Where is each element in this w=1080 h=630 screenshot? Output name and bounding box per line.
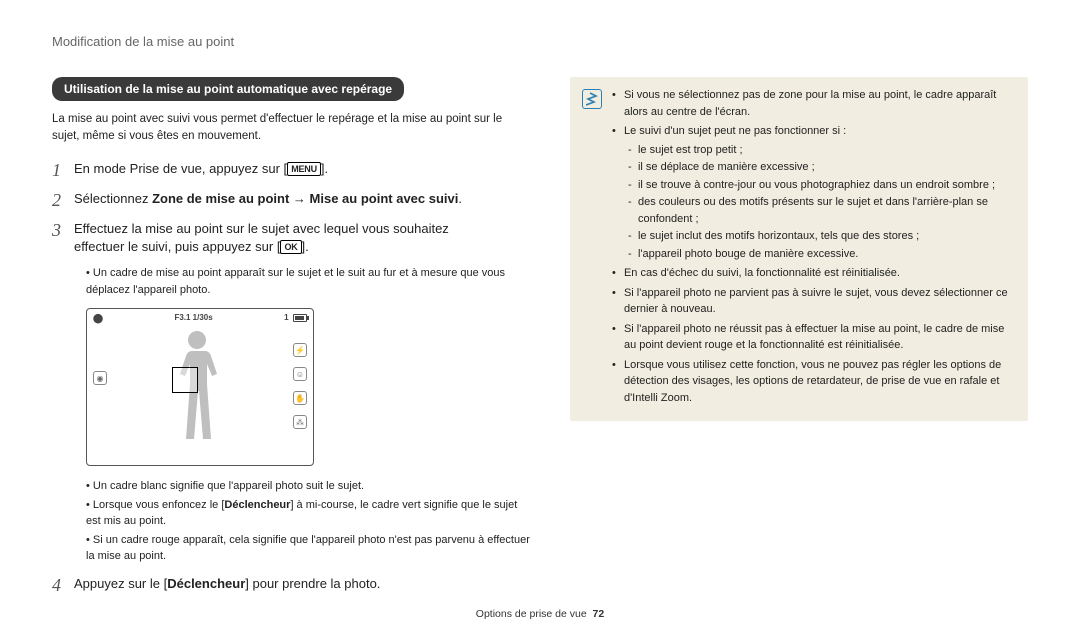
step-number: 2 xyxy=(52,190,74,212)
step3-sub-bullets-bottom: Un cadre blanc signifie que l'appareil p… xyxy=(86,478,530,565)
breadcrumb-title: Modification de la mise au point xyxy=(52,34,1028,49)
section-intro: La mise au point avec suivi vous permet … xyxy=(52,111,530,144)
note-subitem: il se déplace de manière excessive ; xyxy=(628,159,1016,176)
note-subitem: l'appareil photo bouge de manière excess… xyxy=(628,246,1016,263)
step-text: Sélectionnez Zone de mise au point → Mis… xyxy=(74,190,462,212)
page-number: 72 xyxy=(593,608,605,620)
left-column: Utilisation de la mise au point automati… xyxy=(52,77,530,604)
page-footer: Options de prise de vue 72 xyxy=(0,608,1080,620)
note-subitem: le sujet est trop petit ; xyxy=(628,142,1016,159)
two-column-layout: Utilisation de la mise au point automati… xyxy=(52,77,1028,604)
note-item: Si vous ne sélectionnez pas de zone pour… xyxy=(612,87,1016,120)
step-list: 1 En mode Prise de vue, appuyez sur [MEN… xyxy=(52,160,530,257)
shot-count-and-battery: 1 xyxy=(284,313,307,324)
note-item: Le suivi d'un sujet peut ne pas fonction… xyxy=(612,123,1016,262)
note-item: Si l'appareil photo ne parvient pas à su… xyxy=(612,285,1016,318)
footer-chapter: Options de prise de vue xyxy=(476,608,587,620)
note-item: Si l'appareil photo ne réussit pas à eff… xyxy=(612,321,1016,354)
bold-text: Déclencheur xyxy=(224,499,290,511)
text: Appuyez sur le [ xyxy=(74,576,167,591)
mode-icon: ⬤ xyxy=(93,313,103,324)
text: En mode Prise de vue, appuyez sur [ xyxy=(74,161,287,176)
note-subitem: des couleurs ou des motifs présents sur … xyxy=(628,194,1016,227)
info-icon xyxy=(582,89,602,109)
step-1: 1 En mode Prise de vue, appuyez sur [MEN… xyxy=(52,160,530,182)
stabilizer-icon: ✋ xyxy=(293,391,307,405)
ok-button-icon: OK xyxy=(280,240,301,254)
step-list-continued: 4 Appuyez sur le [Déclencheur] pour pren… xyxy=(52,575,530,597)
step-text: En mode Prise de vue, appuyez sur [MENU]… xyxy=(74,160,328,182)
camera-preview-illustration: ⬤ F3.1 1/30s 1 ◉ ⚡ ☺ ✋ ⁂ xyxy=(86,308,314,466)
bullet: Un cadre de mise au point apparaît sur l… xyxy=(86,265,530,298)
text: ]. xyxy=(321,161,328,176)
step-2: 2 Sélectionnez Zone de mise au point → M… xyxy=(52,190,530,212)
step-3: 3 Effectuez la mise au point sur le suje… xyxy=(52,220,530,258)
info-note-box: Si vous ne sélectionnez pas de zone pour… xyxy=(570,77,1028,421)
text: Le suivi d'un sujet peut ne pas fonction… xyxy=(624,125,846,137)
step-text: Effectuez la mise au point sur le sujet … xyxy=(74,220,449,258)
text: ] pour prendre la photo. xyxy=(245,576,380,591)
text: Sélectionnez xyxy=(74,191,152,206)
bullet: Si un cadre rouge apparaît, cela signifi… xyxy=(86,532,530,565)
step-number: 4 xyxy=(52,575,74,597)
exposure-readout: F3.1 1/30s xyxy=(174,313,212,324)
note-item: En cas d'échec du suivi, la fonctionnali… xyxy=(612,265,1016,282)
note-subitem: le sujet inclut des motifs horizontaux, … xyxy=(628,228,1016,245)
battery-icon xyxy=(293,314,307,322)
text: . xyxy=(458,191,462,206)
bold-text: Mise au point avec suivi xyxy=(310,191,459,206)
right-column: Si vous ne sélectionnez pas de zone pour… xyxy=(570,77,1028,604)
text: effectuer le suivi, puis appuyez sur [ xyxy=(74,239,280,254)
menu-button-icon: MENU xyxy=(287,162,321,176)
note-sublist: le sujet est trop petit ; il se déplace … xyxy=(628,142,1016,263)
step-number: 3 xyxy=(52,220,74,258)
left-overlay-icons: ◉ xyxy=(93,371,107,385)
arrow-icon: → xyxy=(289,191,309,206)
bullet: Un cadre blanc signifie que l'appareil p… xyxy=(86,478,530,495)
settings-icon: ⁂ xyxy=(293,415,307,429)
bold-text: Zone de mise au point xyxy=(152,191,289,206)
metering-icon: ◉ xyxy=(93,371,107,385)
note-bullet-list: Si vous ne sélectionnez pas de zone pour… xyxy=(612,87,1016,409)
text: Lorsque vous enfoncez le [ xyxy=(93,499,224,511)
note-subitem: il se trouve à contre-jour ou vous photo… xyxy=(628,177,1016,194)
tracking-focus-box xyxy=(172,367,198,393)
step3-sub-bullets-top: Un cadre de mise au point apparaît sur l… xyxy=(86,265,530,298)
right-overlay-icons: ⚡ ☺ ✋ ⁂ xyxy=(293,343,307,429)
step-text: Appuyez sur le [Déclencheur] pour prendr… xyxy=(74,575,380,597)
note-item: Lorsque vous utilisez cette fonction, vo… xyxy=(612,357,1016,407)
step-number: 1 xyxy=(52,160,74,182)
face-icon: ☺ xyxy=(293,367,307,381)
bullet: Lorsque vous enfoncez le [Déclencheur] à… xyxy=(86,497,530,530)
shot-count: 1 xyxy=(284,313,288,322)
section-heading-pill: Utilisation de la mise au point automati… xyxy=(52,77,404,101)
text: ]. xyxy=(302,239,309,254)
camera-top-bar: ⬤ F3.1 1/30s 1 xyxy=(93,313,307,324)
text: Effectuez la mise au point sur le sujet … xyxy=(74,221,449,236)
flash-icon: ⚡ xyxy=(293,343,307,357)
bold-text: Déclencheur xyxy=(167,576,245,591)
step-4: 4 Appuyez sur le [Déclencheur] pour pren… xyxy=(52,575,530,597)
